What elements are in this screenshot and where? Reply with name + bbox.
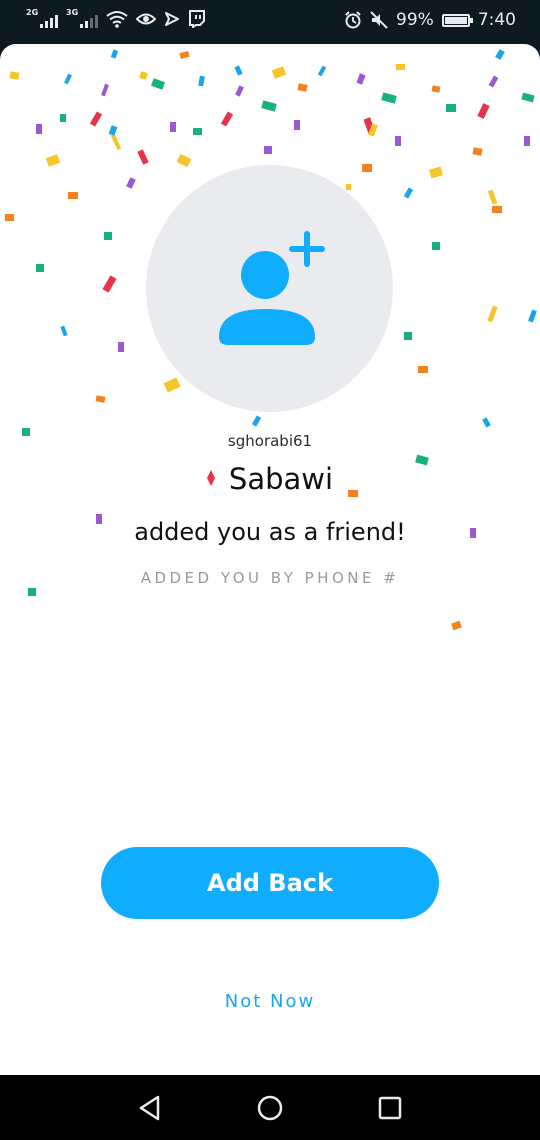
confetti-piece: [492, 206, 502, 213]
add-friend-icon: [219, 231, 325, 345]
confetti-piece: [89, 111, 103, 127]
wifi-icon: [106, 11, 128, 28]
confetti-piece: [68, 192, 78, 199]
confetti-piece: [36, 124, 42, 134]
confetti-piece: [524, 136, 530, 146]
confetti-piece: [297, 83, 308, 92]
confetti-piece: [271, 66, 287, 79]
eye-icon: [136, 13, 156, 25]
confetti-piece: [495, 49, 505, 60]
added-message: added you as a friend!: [134, 518, 406, 546]
confetti-piece: [431, 85, 441, 93]
confetti-piece: [110, 49, 119, 59]
confetti-piece: [487, 305, 498, 323]
confetti-piece: [28, 588, 36, 596]
confetti-piece: [403, 187, 414, 199]
confetti-piece: [251, 415, 262, 427]
clock: 7:40: [477, 10, 516, 30]
twitch-icon: [189, 10, 205, 28]
battery-icon: [441, 13, 473, 27]
status-right: 99% 7:40: [344, 10, 516, 30]
confetti-piece: [45, 154, 61, 167]
confetti-piece: [5, 214, 14, 221]
battery-percent: 99%: [396, 10, 434, 30]
avatar: [146, 165, 393, 412]
friend-added-card: sghorabi61 Sabawi added you as a friend!…: [0, 44, 540, 1075]
navigation-bar: [0, 1075, 540, 1140]
confetti-piece: [193, 128, 202, 135]
confetti-piece: [264, 146, 272, 154]
confetti-piece: [477, 103, 490, 119]
send-icon: [165, 12, 179, 26]
back-icon[interactable]: [136, 1093, 166, 1123]
status-bar: 2G 3G 99% 7:40: [0, 0, 540, 44]
diamond-icon: [206, 470, 215, 486]
added-source: ADDED YOU BY PHONE #: [140, 569, 400, 587]
confetti-piece: [9, 71, 20, 80]
confetti-piece: [429, 166, 443, 179]
confetti-piece: [451, 620, 462, 631]
alarm-icon: [345, 11, 361, 29]
confetti-piece: [235, 85, 244, 97]
confetti-piece: [294, 120, 300, 130]
confetti-piece: [110, 133, 122, 151]
confetti-piece: [36, 264, 44, 272]
confetti-piece: [521, 92, 535, 103]
confetti-piece: [381, 92, 397, 104]
confetti-piece: [118, 342, 124, 352]
mute-icon: [370, 11, 388, 29]
confetti-piece: [396, 64, 405, 70]
confetti-piece: [198, 75, 205, 87]
recents-icon[interactable]: [375, 1093, 405, 1123]
confetti-piece: [487, 189, 498, 205]
confetti-piece: [528, 309, 537, 323]
confetti-piece: [64, 73, 72, 85]
not-now-button[interactable]: Not Now: [170, 986, 370, 1016]
display-name: Sabawi: [228, 462, 334, 496]
signal-3g-icon: 3G: [66, 8, 98, 28]
signal-3g-label: 3G: [66, 8, 79, 17]
confetti-piece: [101, 83, 109, 97]
confetti-piece: [488, 75, 499, 88]
confetti-piece: [139, 71, 148, 80]
add-back-button[interactable]: Add Back: [101, 847, 439, 919]
status-left: 2G 3G: [26, 8, 206, 28]
confetti-piece: [150, 78, 166, 90]
confetti-piece: [137, 149, 149, 165]
confetti-piece: [95, 395, 106, 403]
confetti-piece: [220, 111, 234, 127]
confetti-piece: [395, 136, 401, 146]
confetti-piece: [104, 232, 112, 240]
confetti-piece: [234, 65, 243, 76]
confetti-piece: [404, 332, 412, 340]
confetti-piece: [418, 366, 428, 373]
confetti-piece: [261, 100, 277, 112]
confetti-piece: [179, 50, 190, 60]
confetti-piece: [108, 125, 118, 136]
confetti-piece: [446, 104, 456, 112]
signal-2g-label: 2G: [26, 8, 39, 17]
confetti-piece: [432, 242, 440, 250]
confetti-piece: [482, 417, 491, 428]
username: sghorabi61: [227, 432, 313, 450]
confetti-piece: [126, 177, 136, 189]
confetti-piece: [102, 275, 117, 293]
confetti-piece: [472, 147, 483, 156]
signal-2g-icon: 2G: [26, 8, 58, 28]
confetti-piece: [60, 114, 66, 122]
confetti-piece: [170, 122, 176, 132]
home-icon[interactable]: [255, 1093, 285, 1123]
display-name-row: Sabawi: [0, 462, 540, 496]
confetti-piece: [317, 65, 327, 77]
confetti-piece: [356, 73, 366, 85]
confetti-piece: [60, 325, 68, 337]
